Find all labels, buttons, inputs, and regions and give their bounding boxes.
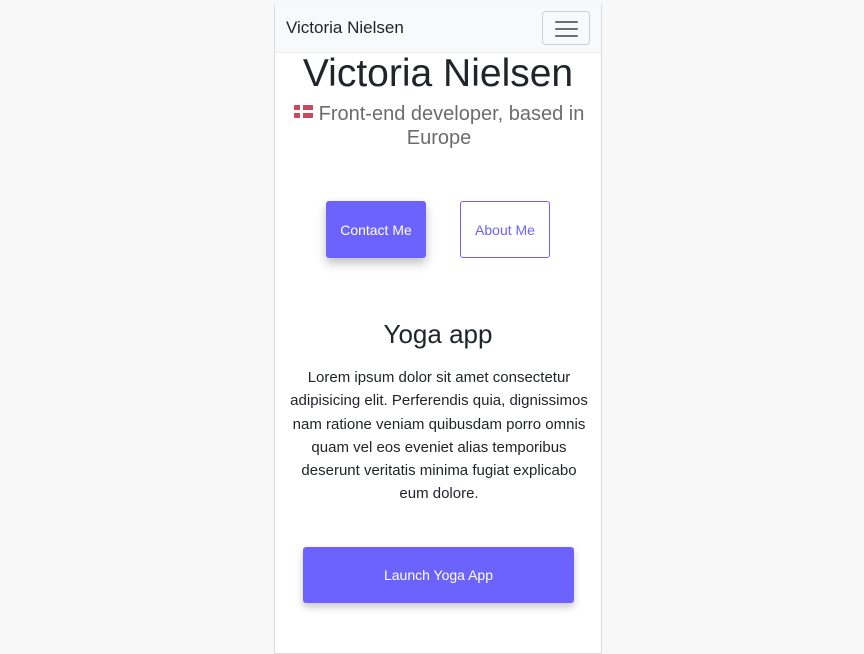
hamburger-menu-icon-bar: [555, 28, 578, 30]
contact-me-button[interactable]: Contact Me: [326, 201, 426, 258]
denmark-flag-icon: [293, 105, 313, 118]
mobile-viewport: Victoria Nielsen Victoria Nielsen Front-…: [274, 4, 602, 654]
hero-title: Victoria Nielsen: [302, 52, 574, 95]
about-me-button[interactable]: About Me: [460, 201, 550, 258]
hamburger-menu-icon-bar: [555, 35, 578, 37]
hero-subtitle: Front-end developer, based in Europe: [283, 102, 595, 150]
project-title: Yoga app: [383, 319, 493, 349]
navbar-toggler-button[interactable]: [542, 11, 590, 45]
project-description: Lorem ipsum dolor sit amet consectetur a…: [290, 369, 588, 503]
launch-yoga-app-button[interactable]: Launch Yoga App: [303, 547, 574, 603]
hero-subtitle-text: Front-end developer, based in Europe: [318, 103, 585, 149]
hamburger-menu-icon: [555, 21, 578, 23]
navbar: Victoria Nielsen: [275, 4, 601, 53]
navbar-brand[interactable]: Victoria Nielsen: [286, 18, 404, 38]
